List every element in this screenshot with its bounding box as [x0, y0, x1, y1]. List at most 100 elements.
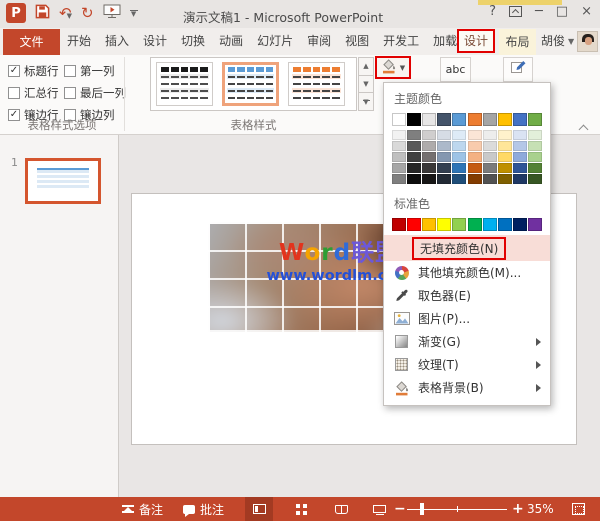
- tab-视图[interactable]: 视图: [338, 28, 376, 55]
- zoom-level[interactable]: 35%: [527, 497, 554, 521]
- color-swatch[interactable]: [467, 163, 482, 173]
- checkbox-icon[interactable]: [64, 65, 76, 77]
- menu-item-图片(P)...[interactable]: 图片(P)...: [384, 307, 550, 330]
- zoom-out-icon[interactable]: −: [394, 497, 406, 521]
- normal-view-button[interactable]: [245, 497, 273, 521]
- color-swatch[interactable]: [437, 218, 452, 231]
- menu-item-纹理(T)[interactable]: 纹理(T): [384, 353, 550, 376]
- undo-icon[interactable]: ↶▼: [59, 3, 72, 23]
- gallery-down-icon[interactable]: ▼: [358, 75, 374, 94]
- color-swatch[interactable]: [422, 218, 437, 231]
- color-swatch[interactable]: [482, 218, 497, 231]
- color-swatch[interactable]: [407, 130, 422, 140]
- color-swatch[interactable]: [437, 130, 452, 140]
- color-swatch[interactable]: [512, 163, 527, 173]
- color-swatch[interactable]: [467, 130, 482, 140]
- user-menu-caret-icon[interactable]: ▼: [568, 28, 574, 55]
- color-swatch[interactable]: [482, 130, 497, 140]
- color-swatch[interactable]: [527, 141, 542, 151]
- tab-开始[interactable]: 开始: [60, 28, 98, 55]
- color-swatch[interactable]: [512, 113, 527, 126]
- color-swatch[interactable]: [452, 218, 467, 231]
- color-swatch[interactable]: [422, 174, 437, 184]
- color-swatch[interactable]: [422, 141, 437, 151]
- color-swatch[interactable]: [422, 163, 437, 173]
- menu-item-no-fill-annotated[interactable]: 无填充颜色(N): [384, 235, 550, 261]
- color-swatch[interactable]: [452, 163, 467, 173]
- ribbon-display-options-icon[interactable]: [508, 6, 522, 17]
- color-swatch[interactable]: [497, 218, 512, 231]
- color-swatch[interactable]: [392, 141, 406, 151]
- color-swatch[interactable]: [482, 113, 497, 126]
- slideshow-view-button[interactable]: [365, 497, 393, 521]
- zoom-in-icon[interactable]: +: [512, 497, 524, 521]
- color-swatch[interactable]: [497, 163, 512, 173]
- fit-slide-to-window-icon[interactable]: [572, 503, 585, 515]
- color-swatch[interactable]: [497, 141, 512, 151]
- checkbox-checked-icon[interactable]: ✓: [8, 65, 20, 77]
- color-swatch[interactable]: [527, 113, 542, 126]
- color-swatch[interactable]: [512, 141, 527, 151]
- maximize-icon[interactable]: □: [556, 4, 568, 19]
- comments-button[interactable]: 批注: [183, 497, 224, 521]
- color-swatch[interactable]: [497, 174, 512, 184]
- menu-item-表格背景(B)[interactable]: 表格背景(B): [384, 376, 550, 399]
- minimize-icon[interactable]: ─: [535, 4, 543, 19]
- color-swatch[interactable]: [512, 130, 527, 140]
- color-swatch[interactable]: [467, 141, 482, 151]
- slide-sorter-button[interactable]: [287, 497, 315, 521]
- menu-item-其他填充颜色(M)...[interactable]: 其他填充颜色(M)...: [384, 261, 550, 284]
- slideshow-icon[interactable]: [103, 4, 121, 22]
- color-swatch[interactable]: [407, 152, 422, 162]
- color-swatch[interactable]: [497, 152, 512, 162]
- option-标题行[interactable]: ✓ 标题行: [8, 60, 62, 82]
- color-swatch[interactable]: [392, 152, 406, 162]
- save-icon[interactable]: [35, 4, 50, 22]
- color-swatch[interactable]: [452, 141, 467, 151]
- close-icon[interactable]: ×: [581, 4, 592, 19]
- shading-button-annotated[interactable]: ▼: [375, 56, 411, 79]
- user-avatar[interactable]: [577, 31, 598, 52]
- tab-插入[interactable]: 插入: [98, 28, 136, 55]
- color-swatch[interactable]: [422, 113, 437, 126]
- tab-审阅[interactable]: 审阅: [300, 28, 338, 55]
- color-swatch[interactable]: [452, 130, 467, 140]
- tab-动画[interactable]: 动画: [212, 28, 250, 55]
- collapse-ribbon-icon[interactable]: [580, 123, 589, 132]
- color-swatch[interactable]: [527, 174, 542, 184]
- tab-table-design-annotated[interactable]: 设计: [457, 29, 495, 53]
- checkbox-icon[interactable]: [64, 87, 76, 99]
- color-swatch[interactable]: [467, 113, 482, 126]
- tab-file[interactable]: 文件: [3, 29, 60, 55]
- color-swatch[interactable]: [482, 174, 497, 184]
- menu-item-渐变(G)[interactable]: 渐变(G): [384, 330, 550, 353]
- tab-设计[interactable]: 设计: [136, 28, 174, 55]
- wordart-quick-styles-button[interactable]: abc: [440, 57, 471, 82]
- color-swatch[interactable]: [437, 113, 452, 126]
- tab-切换[interactable]: 切换: [174, 28, 212, 55]
- checkbox-icon[interactable]: [8, 87, 20, 99]
- color-swatch[interactable]: [422, 130, 437, 140]
- color-swatch[interactable]: [437, 163, 452, 173]
- gallery-up-icon[interactable]: ▲: [358, 57, 374, 76]
- color-swatch[interactable]: [407, 218, 422, 231]
- color-swatch[interactable]: [452, 174, 467, 184]
- color-swatch[interactable]: [512, 152, 527, 162]
- color-swatch[interactable]: [437, 141, 452, 151]
- color-swatch[interactable]: [437, 152, 452, 162]
- color-swatch[interactable]: [482, 163, 497, 173]
- color-swatch[interactable]: [392, 218, 406, 231]
- color-swatch[interactable]: [407, 163, 422, 173]
- reading-view-button[interactable]: [327, 497, 355, 521]
- help-icon[interactable]: ?: [489, 4, 496, 19]
- color-swatch[interactable]: [482, 152, 497, 162]
- color-swatch[interactable]: [392, 163, 406, 173]
- slide-thumbnail[interactable]: [25, 158, 101, 204]
- color-swatch[interactable]: [407, 141, 422, 151]
- menu-item-取色器(E)[interactable]: 取色器(E): [384, 284, 550, 307]
- table-style-orange[interactable]: [288, 62, 345, 106]
- draw-table-button[interactable]: [503, 57, 533, 82]
- gallery-more-icon[interactable]: ▼: [358, 93, 374, 112]
- color-swatch[interactable]: [392, 113, 406, 126]
- color-swatch[interactable]: [407, 113, 422, 126]
